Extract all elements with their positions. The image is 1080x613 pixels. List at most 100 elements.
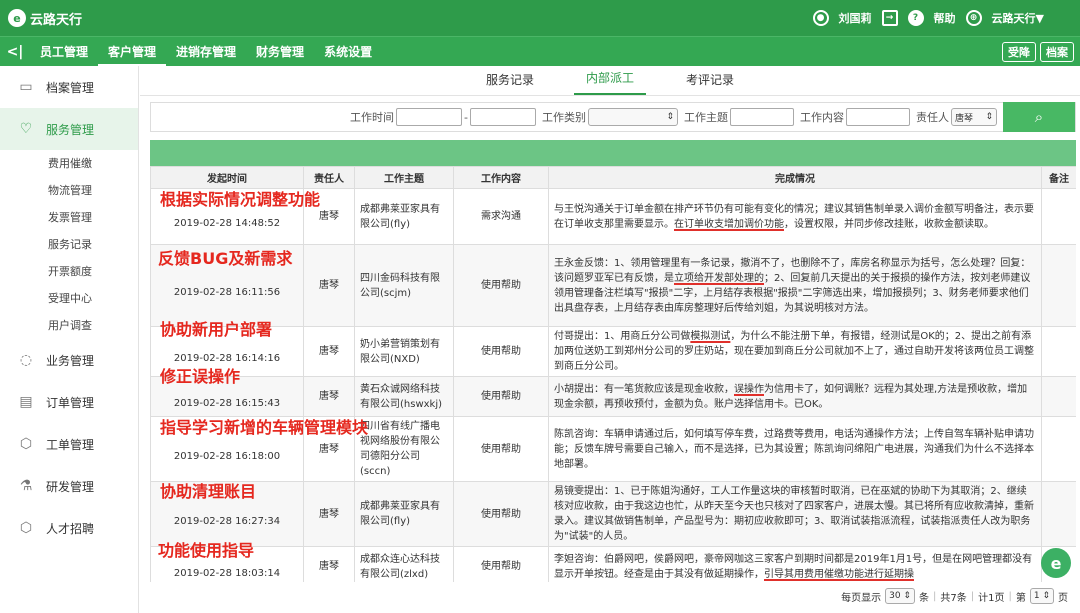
annotation-label: 根据实际情况调整功能 [160,190,321,209]
cell-done: 与王悦沟通关于订单金额在排产环节仍有可能有变化的情况；建议其销售制单录入调价金额… [548,188,1042,245]
cell-content: 需求沟通 [453,188,549,245]
org-switcher[interactable]: 云路天行▼ [992,10,1044,26]
archive-button[interactable]: 档案 [1040,41,1074,62]
sidebar-item-label: 工单管理 [46,437,95,452]
sidebar-sub-invoice-quota[interactable]: 开票额度 [0,258,138,285]
col-header-content[interactable]: 工作内容 [453,166,549,189]
divider: | [970,590,975,602]
sidebar-item-business[interactable]: ◌ 业务管理 [0,339,138,381]
sidebar-item-talent[interactable]: ⬡ 人才招聘 [0,507,138,549]
receive-button[interactable]: 受降 [1002,41,1036,62]
cell-owner: 唐琴 [303,244,355,327]
dispatch-table: 发起时间 责任人 工作主题 工作内容 完成情况 备注 2019-02-28 14… [150,166,1076,582]
cell-note [1041,481,1076,547]
sidebar-sub-survey[interactable]: 用户调查 [0,312,138,339]
done-highlight: 引导其用费用催缴功能进行延期操 [764,568,914,580]
page-select[interactable]: 1 ⇕ [1029,588,1054,604]
heart-icon: ♡ [19,121,33,137]
help-link[interactable]: 帮助 [934,10,956,26]
nav-item-staff[interactable]: 员工管理 [30,37,98,67]
cell-theme: 奶小弟营销策划有限公司(NXD) [354,326,454,377]
cell-done: 小胡提出：有一笔货款应该是现金收款，误操作为信用卡了，如何调账？远程为其处理,方… [548,376,1042,417]
nav-item-finance[interactable]: 财务管理 [246,37,314,67]
owner-select[interactable]: 唐琴 ⇕ [951,108,997,126]
user-name[interactable]: 刘国莉 [839,10,872,26]
col-header-theme[interactable]: 工作主题 [354,166,454,189]
sidebar-item-label: 人才招聘 [46,521,95,536]
annotation-label: 修正误操作 [160,367,241,386]
document-icon: ▤ [19,394,33,410]
col-header-done[interactable]: 完成情况 [548,166,1042,189]
table-row[interactable]: 2019-02-28 18:03:14 唐琴 成都众连心达科技有限公司(zlxd) 使… [150,546,1076,582]
nav-item-customer[interactable]: 客户管理 [98,37,167,67]
table-row[interactable]: 2019-02-28 16:15:43 唐琴 黄石众诚网络科技有限公司(hswxkj… [150,376,1076,417]
time-end-input[interactable] [470,108,536,126]
col-header-note[interactable]: 备注 [1041,166,1076,189]
sidebar-sub-service-record[interactable]: 服务记录 [0,231,138,258]
cube-outline-icon: ⬡ [19,520,33,536]
tab-evaluation[interactable]: 考评记录 [674,71,746,95]
sidebar-item-service[interactable]: ♡ 服务管理 [0,108,138,150]
sidebar-sub-invoice[interactable]: 发票管理 [0,204,138,231]
select-arrows-icon: ⇕ [666,112,674,122]
nav-item-settings[interactable]: 系统设置 [314,37,382,67]
org-icon[interactable]: ⊕ [965,10,982,26]
cell-note [1041,416,1076,482]
cell-done: 王永金反馈：1、领用管理里有一条记录，撤消不了，也删除不了，库房名称显示为括号，… [548,244,1042,327]
cell-content: 使用帮助 [453,244,549,327]
type-select[interactable]: ⇕ [588,108,678,126]
cell-owner: 唐琴 [303,376,355,417]
help-icon[interactable]: ? [907,10,924,26]
brand-name: 云路天行 [30,12,83,28]
sidebar-item-archive[interactable]: ▭ 档案管理 [0,66,138,108]
sidebar-item-label: 服务管理 [46,122,95,137]
search-icon: ⌕ [1034,108,1044,126]
sidebar-item-label: 业务管理 [46,353,95,368]
total-count: 共7条 [940,592,967,604]
per-page-unit: 条 [918,592,929,604]
flask-icon: ⚗ [19,478,33,494]
per-page-select[interactable]: 30 ⇕ [885,588,915,604]
annotation-label: 反馈BUG及新需求 [158,249,293,268]
cell-theme: 四川省有线广播电视网络股份有限公司德阳分公司(sccn) [354,416,454,482]
nav-item-inventory[interactable]: 进销存管理 [166,37,246,67]
tab-internal-dispatch[interactable]: 内部派工 [573,69,646,95]
sidebar-sub-logistics[interactable]: 物流管理 [0,177,138,204]
table-row[interactable]: 2019-02-28 16:14:16 唐琴 奶小弟营销策划有限公司(NXD) 使用帮… [150,326,1076,377]
divider: | [932,590,937,602]
content-input[interactable] [846,108,910,126]
sidebar-item-order[interactable]: ▤ 订单管理 [0,381,138,423]
floating-logo-button[interactable]: e [1041,548,1071,578]
done-text: 小胡提出：有一笔货款应该是现金收款， [554,383,734,395]
page-count: 计1页 [978,592,1005,604]
time-start-input[interactable] [396,108,463,126]
app-logo[interactable]: e 云路天行 [0,9,82,28]
sidebar: ▭ 档案管理 ♡ 服务管理 费用催缴 物流管理 发票管理 服务记录 开票额度 受… [0,66,139,613]
annotation-label: 指导学习新增的车辆管理模块 [160,418,369,437]
cell-note [1041,188,1076,245]
cell-content: 使用帮助 [453,326,549,377]
divider: | [1008,590,1012,602]
sidebar-sub-fee-reminder[interactable]: 费用催缴 [0,150,138,177]
sidebar-item-rd[interactable]: ⚗ 研发管理 [0,465,138,507]
user-icon[interactable]: ● [812,10,829,26]
clipboard-icon: ▭ [19,79,33,95]
logout-icon[interactable]: → [881,10,898,26]
logo-icon: e [8,9,26,27]
cell-theme: 黄石众诚网络科技有限公司(hswxkj) [354,376,454,417]
table-row[interactable]: 2019-02-28 16:27:34 唐琴 成都弗莱亚家具有限公司(fly) 使用帮… [150,481,1076,547]
select-arrows-icon: ⇕ [1042,591,1050,601]
content-label: 工作内容 [800,111,844,124]
cell-note [1041,244,1076,327]
search-button[interactable]: ⌕ [1003,102,1075,132]
collapse-nav-icon[interactable]: <| [0,44,30,60]
sidebar-sub-acceptance[interactable]: 受理中心 [0,285,138,312]
tab-service-record[interactable]: 服务记录 [474,71,546,95]
done-text: ，设置权限，并同步修改挂账，收款金额读取。 [784,218,994,230]
theme-input[interactable] [730,108,794,126]
cell-done: 李妲咨询：伯爵网吧，侯爵网吧，豪帝网咖这三家客户到期时间都是2019年1月1号，… [548,546,1042,582]
sidebar-item-ticket[interactable]: ⬡ 工单管理 [0,423,138,465]
cell-content: 使用帮助 [453,481,549,547]
main-nav: <| 员工管理 客户管理 进销存管理 财务管理 系统设置 受降 档案 [0,36,1080,67]
cell-owner: 唐琴 [303,326,355,377]
